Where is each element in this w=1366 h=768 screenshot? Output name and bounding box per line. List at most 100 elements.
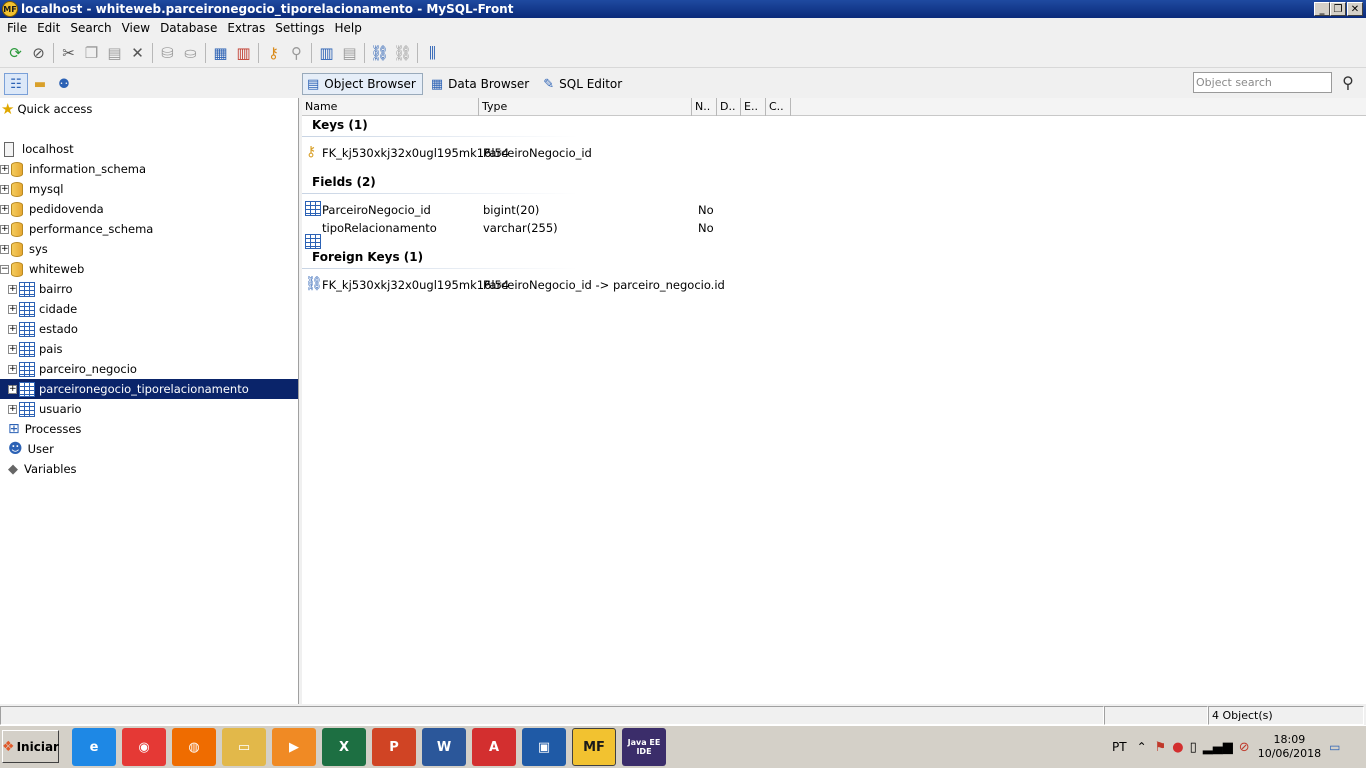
taskbar-powerpoint-button[interactable]: P [372, 728, 416, 766]
menu-edit[interactable]: Edit [32, 21, 65, 35]
drop-foreign-key-icon[interactable]: ⛓ [391, 42, 414, 64]
tree-table-parceironegocio-tiporelacionamento[interactable]: + parceironegocio_tiporelacionamento [0, 379, 298, 399]
menu-search[interactable]: Search [65, 21, 116, 35]
taskbar-media-player-button[interactable]: ▶ [272, 728, 316, 766]
bookmarks-icon[interactable]: ▬ [28, 73, 52, 95]
tree-db-pedidovenda[interactable]: + pedidovenda [0, 199, 298, 219]
drop-database-icon[interactable]: ⛀ [179, 42, 202, 64]
expand-icon[interactable]: + [8, 284, 17, 294]
menu-settings[interactable]: Settings [270, 21, 329, 35]
expand-icon[interactable]: + [0, 204, 9, 214]
key-name-cell[interactable]: FK_kj530xkj32x0ugl195mk16l54 [322, 146, 509, 160]
tree-table-estado[interactable]: + estado [0, 319, 298, 339]
menu-database[interactable]: Database [155, 21, 222, 35]
expand-icon[interactable]: + [8, 404, 17, 414]
tree-table-parceiro-negocio[interactable]: + parceiro_negocio [0, 359, 298, 379]
network-icon[interactable]: ▂▄▆ [1203, 740, 1233, 755]
expand-icon[interactable]: + [8, 344, 17, 354]
paste-icon[interactable]: ▤ [103, 42, 126, 64]
clock[interactable]: 18:09 10/06/2018 [1258, 733, 1321, 761]
expand-icon[interactable]: + [0, 244, 9, 254]
delete-icon[interactable]: ✕ [126, 42, 149, 64]
tree-table-pais[interactable]: + pais [0, 339, 298, 359]
minimize-button[interactable]: _ [1314, 2, 1330, 16]
menu-help[interactable]: Help [329, 21, 366, 35]
taskbar-chrome-button[interactable]: ◉ [122, 728, 166, 766]
column-header-name[interactable]: Name [302, 98, 479, 116]
explorer-icon[interactable]: ⚉ [52, 73, 76, 95]
tree-host-localhost[interactable]: localhost [0, 139, 298, 159]
navigator-icon[interactable]: ☷ [4, 73, 28, 95]
column-header-extra[interactable]: E.. [741, 98, 766, 116]
device-icon[interactable]: ▯ [1190, 740, 1197, 755]
foreign-key-type-cell[interactable]: ParceiroNegocio_id -> parceiro_negocio.i… [483, 278, 725, 292]
menu-extras[interactable]: Extras [222, 21, 270, 35]
expand-icon[interactable]: + [8, 324, 17, 334]
expand-icon[interactable]: + [8, 384, 17, 394]
drop-field-icon[interactable]: ▤ [338, 42, 361, 64]
taskbar-virtualbox-button[interactable]: ▣ [522, 728, 566, 766]
show-desktop-icon[interactable]: ▭ [1329, 740, 1340, 754]
taskbar-acrobat-button[interactable]: A [472, 728, 516, 766]
field-name-cell[interactable]: ParceiroNegocio_id [322, 203, 431, 217]
stop-icon[interactable]: ⊘ [27, 42, 50, 64]
cut-icon[interactable]: ✂ [57, 42, 80, 64]
column-header-null[interactable]: N.. [692, 98, 717, 116]
collapse-icon[interactable]: − [0, 264, 9, 274]
expand-icon[interactable]: + [0, 164, 9, 174]
search-icon[interactable]: ⚲ [1338, 72, 1358, 93]
quick-access-item[interactable]: ★ Quick access [0, 99, 298, 119]
field-type-cell[interactable]: varchar(255) [483, 221, 558, 235]
new-table-icon[interactable]: ▦ [209, 42, 232, 64]
antivirus-icon[interactable]: ● [1172, 740, 1183, 755]
taskbar-internet-explorer-button[interactable]: e [72, 728, 116, 766]
tree-variables[interactable]: ◆ Variables [0, 459, 298, 479]
tab-data-browser[interactable]: ▦ Data Browser [427, 73, 535, 95]
tree-table-bairro[interactable]: + bairro [0, 279, 298, 299]
close-button[interactable]: ✕ [1347, 2, 1363, 16]
properties-icon[interactable]: ⫼ [421, 42, 444, 64]
tree-processes[interactable]: ⊞ Processes [0, 419, 298, 439]
new-key-icon[interactable]: ⚷ [262, 42, 285, 64]
refresh-icon[interactable]: ⟳ [4, 42, 27, 64]
show-hidden-icons-icon[interactable]: ⌃ [1137, 740, 1147, 754]
foreign-key-name-cell[interactable]: FK_kj530xkj32x0ugl195mk16l54 [322, 278, 509, 292]
tree-db-performance-schema[interactable]: + performance_schema [0, 219, 298, 239]
tree-table-cidade[interactable]: + cidade [0, 299, 298, 319]
object-search-input[interactable]: Object search [1193, 72, 1332, 93]
tree-db-whiteweb[interactable]: − whiteweb [0, 259, 298, 279]
taskbar-explorer-button[interactable]: ▭ [222, 728, 266, 766]
language-indicator[interactable]: PT [1112, 740, 1127, 754]
new-foreign-key-icon[interactable]: ⛓ [368, 42, 391, 64]
expand-icon[interactable]: + [0, 224, 9, 234]
column-header-comment[interactable]: C.. [766, 98, 791, 116]
tree-db-sys[interactable]: + sys [0, 239, 298, 259]
field-null-cell[interactable]: No [698, 221, 714, 235]
tab-object-browser[interactable]: ▤ Object Browser [302, 73, 423, 95]
taskbar-firefox-button[interactable]: ◍ [172, 728, 216, 766]
taskbar-word-button[interactable]: W [422, 728, 466, 766]
taskbar-mysql-front-button[interactable]: MF [572, 728, 616, 766]
field-name-cell[interactable]: tipoRelacionamento [322, 221, 437, 235]
key-type-cell[interactable]: ParceiroNegocio_id [483, 146, 592, 160]
field-type-cell[interactable]: bigint(20) [483, 203, 539, 217]
expand-icon[interactable]: + [8, 364, 17, 374]
new-field-icon[interactable]: ▥ [315, 42, 338, 64]
expand-icon[interactable]: + [8, 304, 17, 314]
column-header-type[interactable]: Type [479, 98, 692, 116]
security-alert-icon[interactable]: ⚑ [1155, 740, 1167, 755]
restore-button[interactable]: ❐ [1330, 2, 1346, 16]
volume-muted-icon[interactable]: ⊘ [1239, 740, 1250, 755]
tree-db-mysql[interactable]: + mysql [0, 179, 298, 199]
taskbar-java-ee-ide-button[interactable]: Java EE IDE [622, 728, 666, 766]
expand-icon[interactable]: + [0, 184, 9, 194]
tree-user[interactable]: ☻ User [0, 439, 298, 459]
start-button[interactable]: ❖ Iniciar [2, 730, 59, 763]
tree-db-information-schema[interactable]: + information_schema [0, 159, 298, 179]
new-database-icon[interactable]: ⛁ [156, 42, 179, 64]
tab-sql-editor[interactable]: ✎ SQL Editor [539, 73, 628, 95]
menu-file[interactable]: File [2, 21, 32, 35]
drop-table-icon[interactable]: ▥ [232, 42, 255, 64]
field-null-cell[interactable]: No [698, 203, 714, 217]
taskbar-excel-button[interactable]: X [322, 728, 366, 766]
